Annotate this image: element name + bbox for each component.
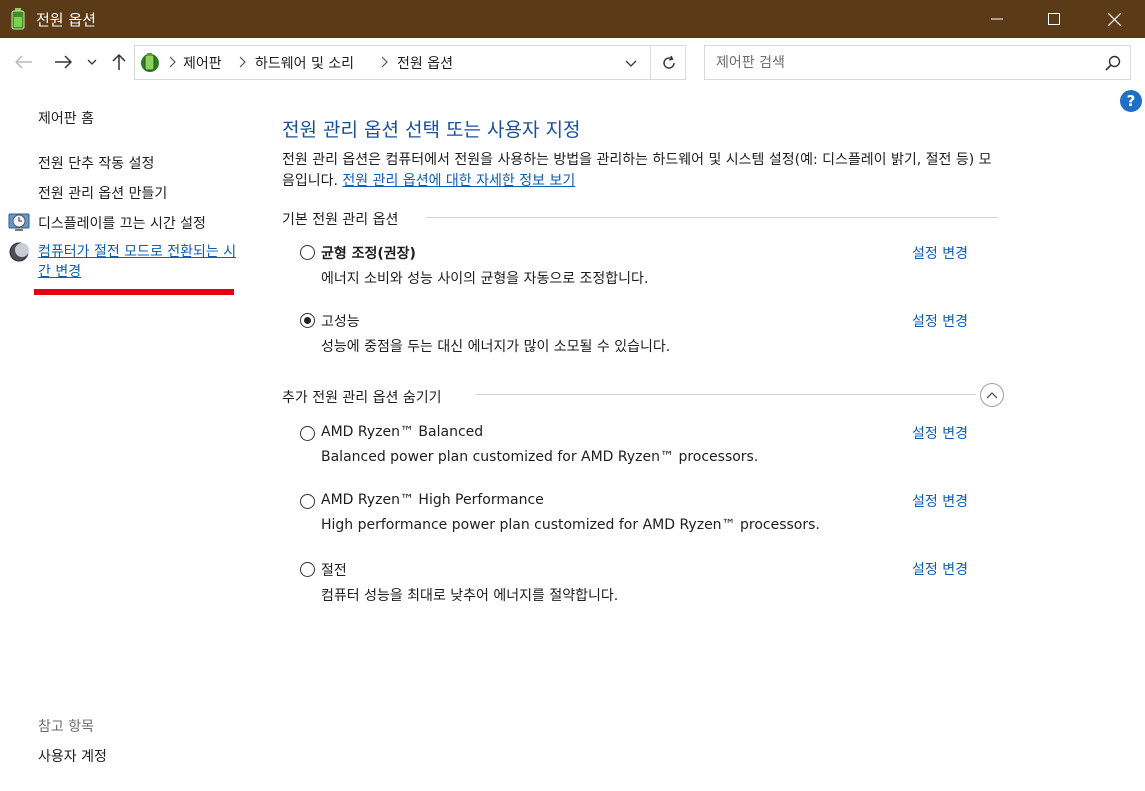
change-settings-link-amd-balanced[interactable]: 설정 변경 (912, 423, 968, 443)
recent-locations-button[interactable] (83, 50, 101, 74)
title-bar: 전원 옵션 (0, 0, 1145, 38)
up-button[interactable] (107, 50, 131, 74)
breadcrumb-separator-icon (169, 56, 176, 68)
power-options-icon (141, 53, 159, 72)
battery-app-icon (11, 8, 25, 30)
plan-radio-power-saver[interactable] (300, 562, 315, 577)
minimize-button[interactable] (969, 0, 1025, 38)
see-also-title: 참고 항목 (38, 719, 94, 735)
back-button[interactable] (12, 50, 36, 74)
minimize-icon (991, 18, 1003, 20)
sidebar-item-display-timeout[interactable]: 디스플레이를 끄는 시간 설정 (38, 213, 206, 233)
breadcrumb-separator-icon (381, 56, 388, 68)
breadcrumb-hardware-sound[interactable]: 하드웨어 및 소리 (255, 53, 354, 73)
plan-name-balanced[interactable]: 균형 조정(권장) (321, 243, 416, 263)
plan-name-high-performance[interactable]: 고성능 (321, 311, 360, 331)
arrow-right-icon (55, 55, 72, 69)
plan-desc-high-performance: 성능에 중점을 두는 대신 에너지가 많이 소모될 수 있습니다. (321, 339, 671, 355)
forward-button[interactable] (51, 50, 75, 74)
more-info-link[interactable]: 전원 관리 옵션에 대한 자세한 정보 보기 (342, 173, 575, 189)
plan-name-amd-balanced[interactable]: AMD Ryzen™ Balanced (321, 424, 483, 440)
breadcrumb-separator-icon (239, 56, 246, 68)
refresh-icon (662, 55, 675, 69)
plan-radio-amd-high-performance[interactable] (300, 494, 315, 509)
search-icon[interactable] (1104, 54, 1122, 72)
plan-desc-amd-high-performance: High performance power plan customized f… (321, 517, 820, 533)
page-title: 전원 관리 옵션 선택 또는 사용자 지정 (282, 119, 581, 141)
help-button[interactable]: ? (1120, 90, 1142, 112)
plan-radio-balanced[interactable] (300, 245, 315, 260)
plan-desc-power-saver: 컴퓨터 성능을 최대로 낮추어 에너지를 절약합니다. (321, 588, 619, 604)
page-description: 전원 관리 옵션은 컴퓨터에서 전원을 사용하는 방법을 관리하는 하드웨어 및… (282, 150, 1002, 192)
chevron-down-icon (625, 60, 637, 67)
change-settings-link-high-performance[interactable]: 설정 변경 (912, 311, 968, 331)
hide-additional-plans-heading[interactable]: 추가 전원 관리 옵션 숨기기 (282, 387, 441, 407)
preferred-plans-heading: 기본 전원 관리 옵션 (282, 212, 399, 228)
navigation-bar: 제어판 하드웨어 및 소리 전원 옵션 (0, 38, 1145, 86)
breadcrumb-control-panel[interactable]: 제어판 (183, 53, 222, 73)
address-dropdown-button[interactable] (617, 52, 645, 74)
breadcrumb-power-options[interactable]: 전원 옵션 (397, 53, 453, 73)
refresh-button[interactable] (650, 46, 686, 79)
plan-name-amd-high-performance[interactable]: AMD Ryzen™ High Performance (321, 492, 544, 508)
search-input[interactable] (706, 47, 1091, 78)
sidebar-item-power-buttons[interactable]: 전원 단추 작동 설정 (38, 153, 154, 173)
plan-radio-amd-balanced[interactable] (300, 426, 315, 441)
chevron-down-icon (87, 59, 97, 65)
plan-radio-high-performance[interactable] (300, 313, 315, 328)
plan-name-power-saver[interactable]: 절전 (321, 560, 347, 580)
maximize-button[interactable] (1026, 0, 1082, 38)
sidebar-item-create-plan[interactable]: 전원 관리 옵션 만들기 (38, 183, 167, 203)
red-annotation-underline (34, 289, 234, 295)
maximize-icon (1048, 13, 1060, 25)
sidebar-item-sleep-timeout[interactable]: 컴퓨터가 절전 모드로 전환되는 시간 변경 (38, 242, 238, 282)
plan-desc-amd-balanced: Balanced power plan customized for AMD R… (321, 449, 759, 465)
window-title: 전원 옵션 (36, 11, 96, 29)
search-box (704, 45, 1131, 80)
close-icon (1107, 12, 1121, 26)
arrow-up-icon (112, 53, 126, 70)
section-divider (476, 394, 976, 395)
collapse-button[interactable] (980, 383, 1004, 407)
plan-desc-balanced: 에너지 소비와 성능 사이의 균형을 자동으로 조정합니다. (321, 271, 649, 287)
sidebar-home-link[interactable]: 제어판 홈 (38, 108, 94, 128)
moon-icon (9, 242, 29, 262)
chevron-up-icon (986, 391, 998, 398)
address-bar[interactable]: 제어판 하드웨어 및 소리 전원 옵션 (134, 45, 686, 80)
user-accounts-link[interactable]: 사용자 계정 (38, 746, 107, 766)
display-clock-icon (8, 213, 30, 231)
change-settings-link-amd-high-performance[interactable]: 설정 변경 (912, 491, 968, 511)
close-button[interactable] (1086, 0, 1142, 38)
change-settings-link-balanced[interactable]: 설정 변경 (912, 243, 968, 263)
change-settings-link-power-saver[interactable]: 설정 변경 (912, 559, 968, 579)
arrow-left-icon (15, 55, 32, 69)
section-divider (426, 217, 998, 218)
